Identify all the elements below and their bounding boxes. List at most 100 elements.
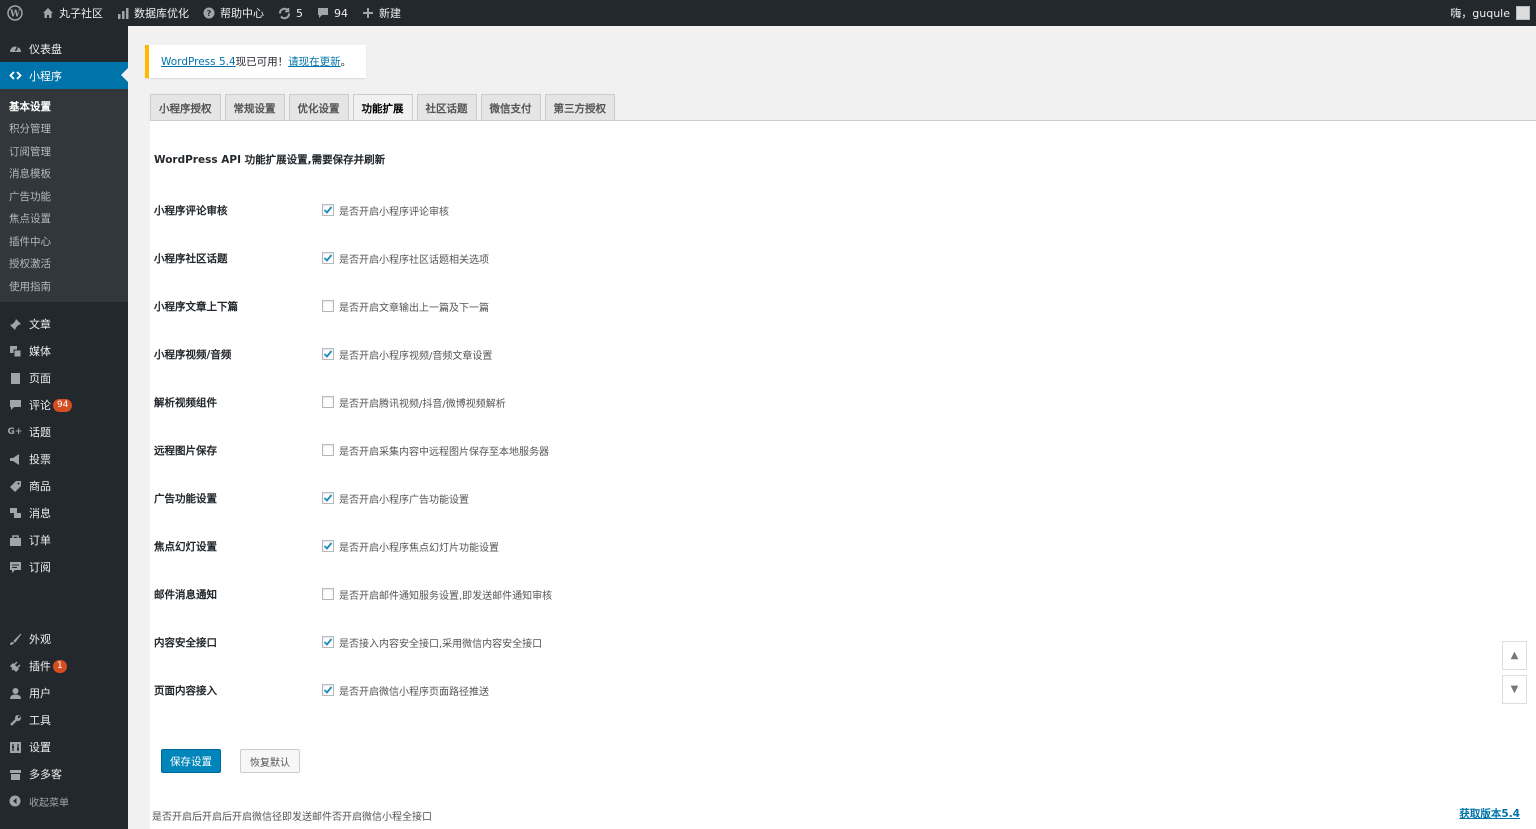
setting-description: 是否开启小程序社区话题相关选项 [339,254,489,266]
code-icon [8,69,22,83]
tab-third-party[interactable]: 第三方授权 [544,94,615,121]
tab-wechat-pay[interactable]: 微信支付 [480,94,541,121]
submenu-ads[interactable]: 广告功能 [0,185,128,208]
scroll-down-button[interactable]: ▼ [1502,675,1527,704]
menu-pages[interactable]: 页面 [0,365,128,392]
menu-subscribe[interactable]: 订阅 [0,554,128,581]
menu-dashboard[interactable]: 仪表盘 [0,35,128,62]
media-icon [8,344,22,358]
svg-text:?: ? [207,9,212,18]
menu-posts[interactable]: 文章 [0,311,128,338]
setting-checkbox[interactable] [322,204,334,216]
setting-checkbox[interactable] [322,636,334,648]
new-content-link[interactable]: 新建 [355,0,408,26]
setting-checkbox[interactable] [322,444,334,456]
menu-messages[interactable]: 消息 [0,500,128,527]
setting-checkbox[interactable] [322,588,334,600]
setting-label: 小程序社区话题 [154,252,228,265]
submenu-focus[interactable]: 焦点设置 [0,208,128,231]
menu-products[interactable]: 商品 [0,473,128,500]
comments-count: 94 [334,6,348,20]
new-label: 新建 [379,7,401,20]
megaphone-icon [8,452,22,466]
menu-users[interactable]: 用户 [0,680,128,707]
setting-label: 内容安全接口 [154,636,217,649]
checkmark-icon [323,638,333,646]
tab-general[interactable]: 常规设置 [224,94,285,121]
checkmark-icon [323,254,333,262]
menu-users-label: 用户 [29,687,51,700]
comments-link[interactable]: 94 [310,0,355,26]
comment-icon [8,398,22,412]
submenu-basic-settings[interactable]: 基本设置 [0,95,128,118]
tab-extensions[interactable]: 功能扩展 [352,94,413,121]
db-optimize-link[interactable]: 数据库优化 [110,0,196,26]
help-label: 帮助中心 [220,7,264,20]
menu-duoduoke[interactable]: 多多客 [0,761,128,788]
arrow-up-icon: ▲ [1510,650,1519,661]
notice-end: 。 [340,56,352,68]
setting-label: 广告功能设置 [154,492,217,505]
wordpress-logo[interactable]: W [0,0,35,26]
setting-label: 页面内容接入 [154,684,217,697]
notice-text: 现已可用！ [235,56,289,68]
menu-settings[interactable]: 设置 [0,734,128,761]
menu-votes[interactable]: 投票 [0,446,128,473]
submenu-plugin-center[interactable]: 插件中心 [0,230,128,253]
tab-community[interactable]: 社区话题 [416,94,477,121]
submenu-subscriptions[interactable]: 订阅管理 [0,140,128,163]
setting-row: 内容安全接口 是否接入内容安全接口,采用微信内容安全接口 [154,632,854,652]
greeting[interactable]: 嗨，guqule [1450,0,1510,26]
update-now-link[interactable]: 请现在更新 [288,54,341,69]
menu-topics[interactable]: G+ 话题 [0,419,128,446]
store-icon [8,767,22,781]
setting-description: 是否开启邮件通知服务设置,即发送邮件通知审核 [339,590,553,602]
setting-row: 广告功能设置 是否开启小程序广告功能设置 [154,488,854,508]
setting-label: 小程序视频/音频 [154,348,232,361]
update-notice: WordPress 5.4 现已可用！ 请现在更新 。 [145,45,366,78]
save-button[interactable]: 保存设置 [161,749,221,773]
setting-checkbox[interactable] [322,396,334,408]
setting-checkbox[interactable] [322,492,334,504]
submenu-license[interactable]: 授权激活 [0,253,128,276]
avatar[interactable] [1516,6,1530,20]
footer-note: 是否开启后开启后开启微信径即发送邮件否开启微信小程全接口 [152,812,432,823]
submenu-message-templates[interactable]: 消息模板 [0,163,128,186]
site-name-link[interactable]: 丸子社区 [35,0,110,26]
menu-comments[interactable]: 评论 94 [0,392,128,419]
admin-bar: W 丸子社区 数据库优化 ? 帮助中心 5 94 新建 嗨，guqule [0,0,1536,26]
checkmark-icon [323,350,333,358]
setting-label: 远程图片保存 [154,444,217,457]
help-link[interactable]: ? 帮助中心 [196,0,271,26]
collapse-menu[interactable]: 收起菜单 [0,788,128,815]
submenu-points[interactable]: 积分管理 [0,118,128,141]
submenu-guide[interactable]: 使用指南 [0,275,128,298]
get-version-link[interactable]: 获取版本5.4 [1459,806,1520,821]
checkmark-icon [323,686,333,694]
menu-media[interactable]: 媒体 [0,338,128,365]
dashboard-icon [8,42,22,56]
menu-appearance[interactable]: 外观 [0,626,128,653]
setting-row: 解析视频组件 是否开启腾讯视频/抖音/微博视频解析 [154,392,854,412]
menu-media-label: 媒体 [29,345,51,358]
main-content: WordPress 5.4 现已可用！ 请现在更新 。 小程序授权 常规设置 优… [128,26,1536,829]
reset-button[interactable]: 恢复默认 [240,749,300,773]
plus-icon [363,8,373,18]
scroll-up-button[interactable]: ▲ [1502,641,1527,670]
setting-checkbox[interactable] [322,540,334,552]
miniprogram-submenu: 基本设置 积分管理 订阅管理 消息模板 广告功能 焦点设置 插件中心 授权激活 … [0,89,128,302]
wordpress-version-link[interactable]: WordPress 5.4 [161,56,236,68]
updates-link[interactable]: 5 [271,0,310,26]
menu-plugins[interactable]: 插件 1 [0,653,128,680]
setting-checkbox[interactable] [322,684,334,696]
menu-tools[interactable]: 工具 [0,707,128,734]
setting-checkbox[interactable] [322,348,334,360]
tab-optimization[interactable]: 优化设置 [288,94,349,121]
menu-orders[interactable]: 订单 [0,527,128,554]
setting-description: 是否开启微信小程序页面路径推送 [339,686,489,698]
tag-icon [8,479,22,493]
setting-checkbox[interactable] [322,300,334,312]
tab-authorization[interactable]: 小程序授权 [150,94,221,121]
setting-checkbox[interactable] [322,252,334,264]
menu-miniprogram[interactable]: 小程序 [0,62,128,89]
